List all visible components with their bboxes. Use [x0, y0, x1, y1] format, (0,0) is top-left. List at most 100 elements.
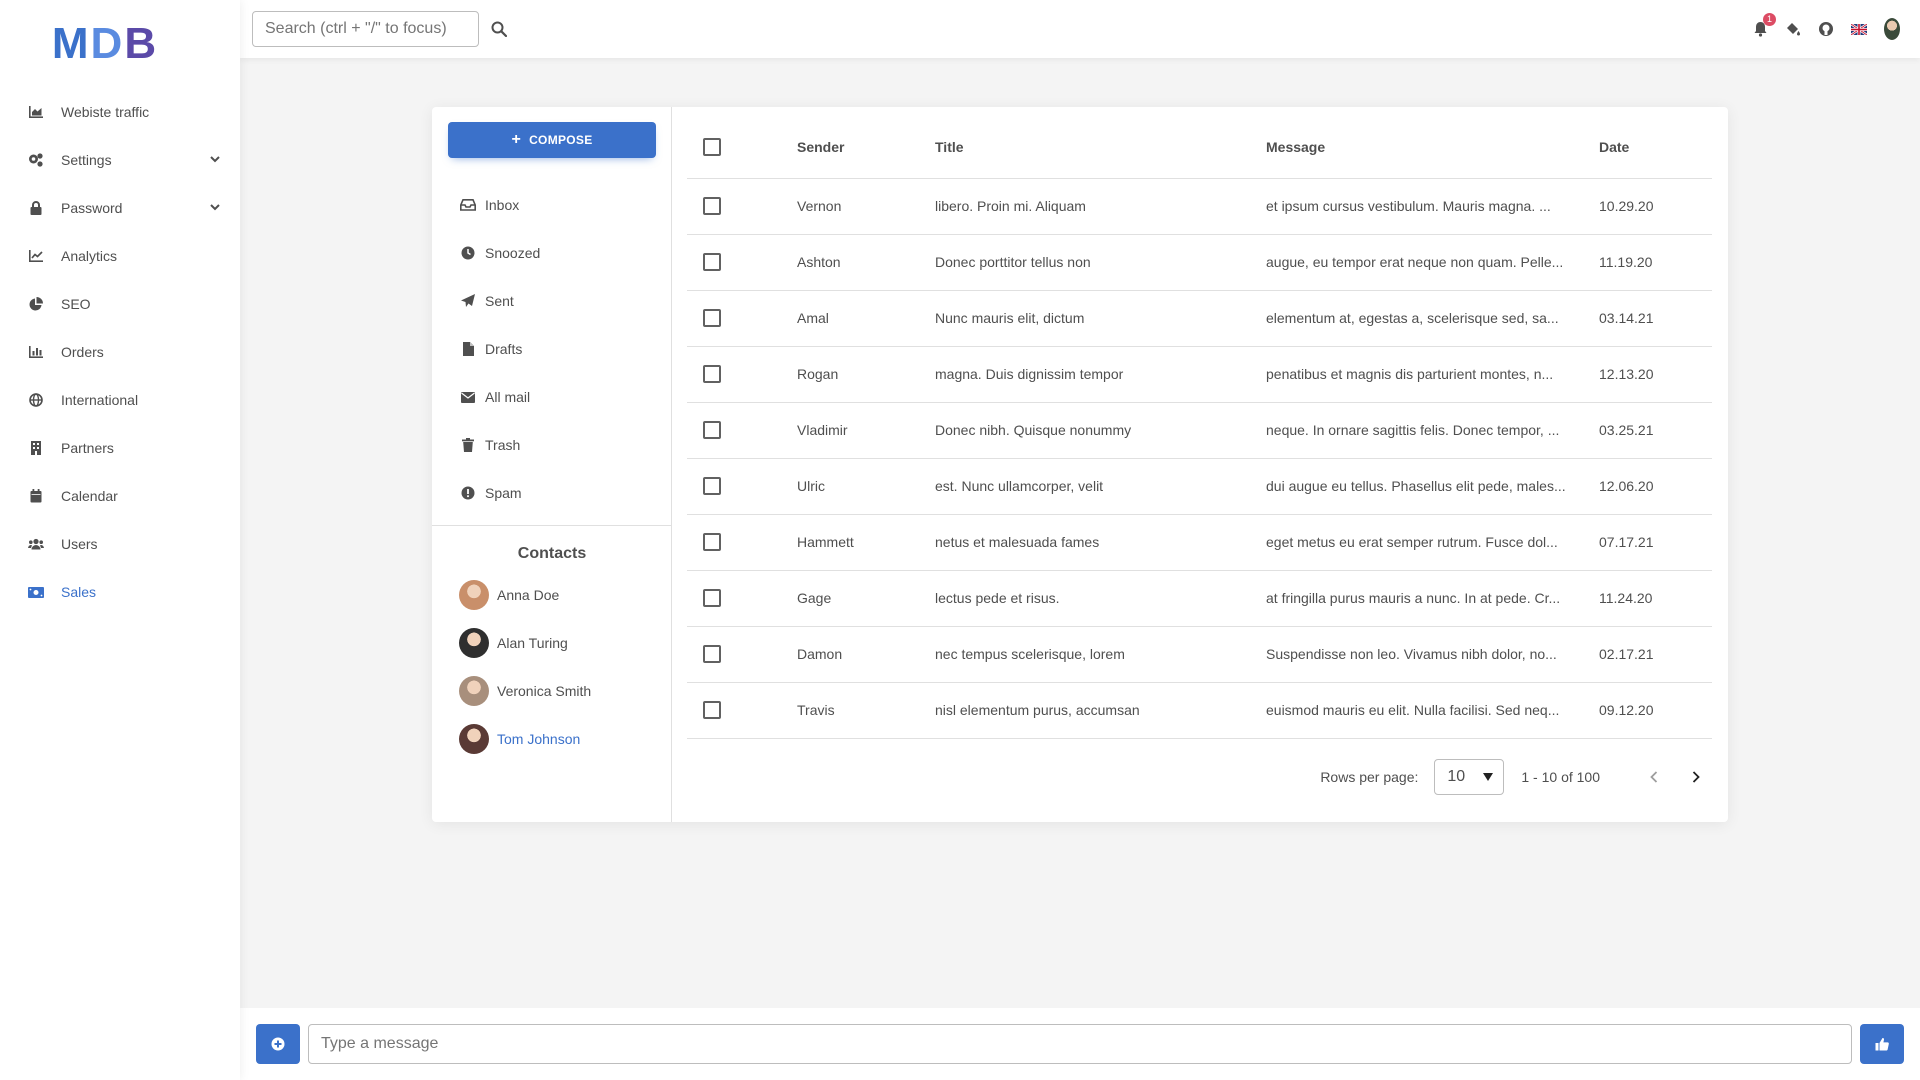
column-header-title[interactable]: Title [935, 107, 1266, 179]
select-all-cell [687, 107, 797, 179]
sender-cell: Hammett [797, 514, 935, 571]
date-cell: 02.17.21 [1599, 626, 1712, 683]
mdb-logo[interactable]: MDB [0, 0, 240, 88]
folder-inbox[interactable]: Inbox [460, 181, 519, 229]
select-cell [687, 458, 797, 515]
column-header-sender[interactable]: Sender [797, 107, 935, 179]
sidebar-item-international[interactable]: International [0, 376, 240, 424]
folder-trash[interactable]: Trash [460, 421, 520, 469]
users-icon [28, 536, 44, 552]
column-header-message[interactable]: Message [1266, 107, 1599, 179]
folder-label: Sent [485, 293, 514, 309]
user-avatar-button[interactable] [1884, 18, 1900, 40]
add-attachment-button[interactable] [256, 1024, 300, 1064]
title-cell: netus et malesuada fames [935, 514, 1266, 571]
contact-item[interactable]: Veronica Smith [459, 667, 591, 715]
folder-sent[interactable]: Sent [460, 277, 514, 325]
row-checkbox[interactable] [703, 197, 721, 215]
chevron-left-icon [1650, 771, 1658, 783]
avatar [1884, 18, 1900, 40]
clock-icon [460, 246, 476, 260]
chevron-down-icon [210, 156, 220, 163]
sidebar-item-users[interactable]: Users [0, 520, 240, 568]
sender-cell: Vernon [797, 178, 935, 235]
chart-line-icon [28, 248, 44, 264]
sidebar-item-label: Analytics [61, 248, 118, 264]
table-row[interactable]: Rogan magna. Duis dignissim tempor penatib… [687, 346, 1712, 403]
sender-cell: Amal [797, 290, 935, 347]
table-body: Vernon libero. Proin mi. Aliquam et ipsum … [687, 178, 1712, 739]
row-checkbox[interactable] [703, 253, 721, 271]
date-cell: 03.25.21 [1599, 402, 1712, 459]
like-button[interactable] [1860, 1024, 1904, 1064]
sidebar-item-label: SEO [61, 296, 91, 312]
row-checkbox[interactable] [703, 533, 721, 551]
folder-spam[interactable]: Spam [460, 469, 522, 517]
sidebar-item-calendar[interactable]: Calendar [0, 472, 240, 520]
sender-cell: Rogan [797, 346, 935, 403]
sidebar-item-sales[interactable]: Sales [0, 568, 240, 616]
chevron-down-icon [210, 204, 220, 211]
message-input[interactable] [308, 1024, 1852, 1064]
table-row[interactable]: Travis nisl elementum purus, accumsan euis… [687, 682, 1712, 739]
sidebar-item-analytics[interactable]: Analytics [0, 232, 240, 280]
row-checkbox[interactable] [703, 589, 721, 607]
envelope-icon [460, 391, 476, 403]
next-page-button[interactable] [1680, 761, 1712, 793]
previous-page-button[interactable] [1638, 761, 1670, 793]
table-row[interactable]: Vladimir Donec nibh. Quisque nonummy neque… [687, 402, 1712, 459]
date-cell: 11.24.20 [1599, 570, 1712, 627]
chart-pie-icon [28, 296, 44, 312]
topbar-icons: 1 [1752, 0, 1900, 58]
sidebar-item-seo[interactable]: SEO [0, 280, 240, 328]
sidebar-item-label: Orders [61, 344, 104, 360]
folder-snoozed[interactable]: Snoozed [460, 229, 540, 277]
table-row[interactable]: Hammett netus et malesuada fames eget metu… [687, 514, 1712, 571]
date-cell: 03.14.21 [1599, 290, 1712, 347]
file-icon [460, 342, 476, 356]
row-checkbox[interactable] [703, 309, 721, 327]
sidebar-item-orders[interactable]: Orders [0, 328, 240, 376]
sidebar-item-label: Users [61, 536, 98, 552]
contact-avatar [459, 628, 489, 658]
search-icon [491, 21, 507, 37]
row-checkbox[interactable] [703, 365, 721, 383]
contact-item[interactable]: Tom Johnson [459, 715, 580, 763]
select-all-checkbox[interactable] [703, 138, 721, 157]
contact-avatar [459, 724, 489, 754]
table-row[interactable]: Ulric est. Nunc ullamcorper, velit dui aug… [687, 458, 1712, 515]
github-button[interactable] [1818, 21, 1834, 37]
select-cell [687, 290, 797, 347]
table-row[interactable]: Damon nec tempus scelerisque, lorem Suspen… [687, 626, 1712, 683]
search-input[interactable] [252, 11, 479, 47]
contact-item[interactable]: Alan Turing [459, 619, 568, 667]
column-header-date[interactable]: Date [1599, 107, 1712, 179]
sidebar: MDB Webiste traffic Settings Password Analy… [0, 0, 240, 1080]
contact-item[interactable]: Anna Doe [459, 571, 559, 619]
pagination: Rows per page: 10 1 - 10 of 100 [687, 753, 1712, 801]
row-checkbox[interactable] [703, 701, 721, 719]
notifications-button[interactable]: 1 [1752, 13, 1776, 37]
sidebar-item-partners[interactable]: Partners [0, 424, 240, 472]
search-button[interactable] [489, 19, 509, 39]
theme-button[interactable] [1785, 21, 1801, 37]
folder-all-mail[interactable]: All mail [460, 373, 530, 421]
message-cell: elementum at, egestas a, scelerisque sed… [1266, 290, 1599, 347]
table-row[interactable]: Amal Nunc mauris elit, dictum elementum at… [687, 290, 1712, 347]
language-button[interactable] [1851, 21, 1867, 37]
row-checkbox[interactable] [703, 477, 721, 495]
sidebar-item-webiste-traffic[interactable]: Webiste traffic [0, 88, 240, 136]
title-cell: magna. Duis dignissim tempor [935, 346, 1266, 403]
rows-per-page-select[interactable]: 10 [1434, 759, 1505, 795]
contact-name: Tom Johnson [497, 731, 581, 747]
cogs-icon [28, 152, 44, 168]
compose-button[interactable]: + COMPOSE [448, 122, 656, 158]
row-checkbox[interactable] [703, 645, 721, 663]
table-row[interactable]: Ashton Donec porttitor tellus non augue, e… [687, 234, 1712, 291]
table-row[interactable]: Vernon libero. Proin mi. Aliquam et ipsum … [687, 178, 1712, 235]
sidebar-item-settings[interactable]: Settings [0, 136, 240, 184]
table-row[interactable]: Gage lectus pede et risus. at fringilla pu… [687, 570, 1712, 627]
row-checkbox[interactable] [703, 421, 721, 439]
folder-drafts[interactable]: Drafts [460, 325, 522, 373]
sidebar-item-password[interactable]: Password [0, 184, 240, 232]
